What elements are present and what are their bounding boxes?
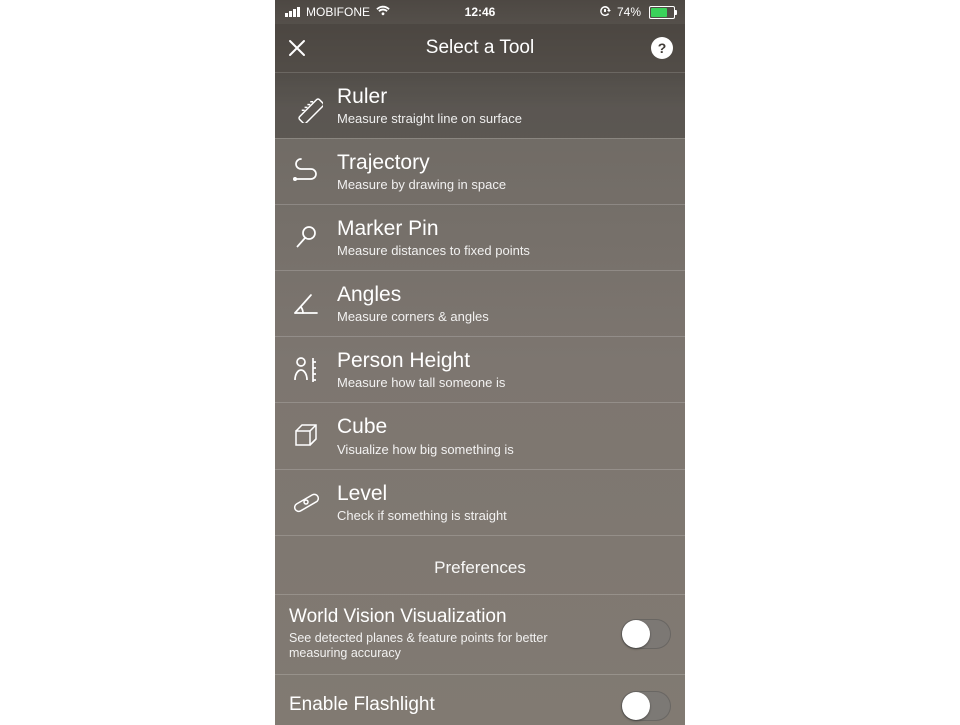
tool-item-cube[interactable]: Cube Visualize how big something is	[275, 402, 685, 468]
toggle-enable-flashlight[interactable]	[621, 691, 671, 721]
tool-title: Person Height	[337, 349, 505, 372]
tool-item-marker-pin[interactable]: Marker Pin Measure distances to fixed po…	[275, 204, 685, 270]
help-button[interactable]: ?	[651, 24, 673, 72]
person-height-icon	[289, 353, 323, 387]
close-icon	[287, 38, 307, 58]
tool-subtitle: Measure how tall someone is	[337, 375, 505, 390]
tool-item-person-height[interactable]: Person Height Measure how tall someone i…	[275, 336, 685, 402]
tool-subtitle: Measure corners & angles	[337, 309, 489, 324]
tool-item-level[interactable]: Level Check if something is straight	[275, 469, 685, 535]
pref-item-enable-flashlight: Enable Flashlight	[275, 674, 685, 725]
tool-item-angles[interactable]: Angles Measure corners & angles	[275, 270, 685, 336]
status-bar: MOBIFONE 12:46 74%	[275, 0, 685, 24]
status-time: 12:46	[275, 5, 685, 19]
level-icon	[289, 485, 323, 519]
pref-title: World Vision Visualization	[289, 607, 589, 628]
tool-subtitle: Visualize how big something is	[337, 442, 514, 457]
close-button[interactable]	[287, 24, 307, 72]
tool-subtitle: Check if something is straight	[337, 508, 507, 523]
tool-subtitle: Measure straight line on surface	[337, 111, 522, 126]
trajectory-icon	[289, 155, 323, 189]
page-title: Select a Tool	[426, 37, 534, 59]
section-header-preferences: Preferences	[275, 535, 685, 594]
tool-title: Trajectory	[337, 151, 506, 174]
pref-subtitle: See detected planes & feature points for…	[289, 631, 589, 662]
tool-title: Cube	[337, 415, 514, 438]
help-icon: ?	[651, 37, 673, 59]
pref-item-world-vision: World Vision Visualization See detected …	[275, 594, 685, 674]
tool-title: Ruler	[337, 85, 522, 108]
phone-screen: MOBIFONE 12:46 74% Select a Tool ?	[275, 0, 685, 725]
angles-icon	[289, 287, 323, 321]
toggle-world-vision[interactable]	[621, 619, 671, 649]
battery-icon	[649, 6, 675, 19]
marker-pin-icon	[289, 221, 323, 255]
pref-title: Enable Flashlight	[289, 695, 435, 716]
tool-title: Level	[337, 482, 507, 505]
tool-list: Ruler Measure straight line on surface T…	[275, 73, 685, 725]
header: Select a Tool ?	[275, 24, 685, 73]
tool-item-trajectory[interactable]: Trajectory Measure by drawing in space	[275, 138, 685, 204]
tool-title: Angles	[337, 283, 489, 306]
cube-icon	[289, 419, 323, 453]
tool-item-ruler[interactable]: Ruler Measure straight line on surface	[275, 73, 685, 138]
tool-subtitle: Measure distances to fixed points	[337, 243, 530, 258]
tool-subtitle: Measure by drawing in space	[337, 177, 506, 192]
tool-title: Marker Pin	[337, 217, 530, 240]
ruler-icon	[289, 89, 323, 123]
